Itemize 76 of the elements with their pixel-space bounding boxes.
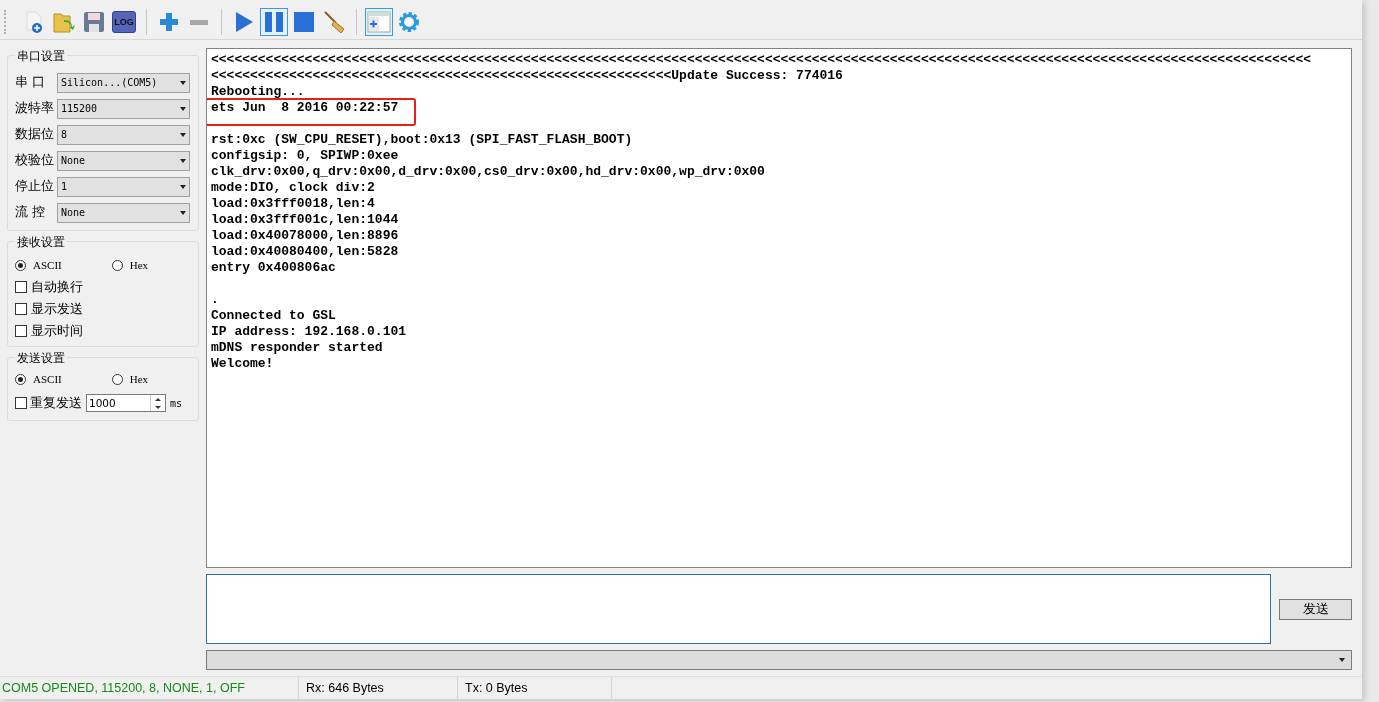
caret-icon — [180, 184, 186, 189]
log-line: Connected to GSL — [211, 308, 337, 324]
dropdown[interactable]: 8 — [57, 124, 190, 145]
log-line: configsip: 0, SPIWP:0xee — [211, 148, 400, 164]
log-line: Welcome! — [211, 356, 275, 372]
field-label: 校验位 — [15, 152, 53, 169]
dropdown[interactable]: 115200 — [57, 98, 190, 119]
log-line: mode:DIO, clock div:2 — [211, 180, 376, 196]
toolbar-button[interactable] — [365, 8, 393, 36]
status-text: COM5 OPENED, 115200, 8, NONE, 1, OFF — [0, 677, 299, 699]
caret-icon — [180, 80, 186, 85]
pause-icon — [263, 11, 285, 33]
checkbox-option[interactable]: 显示发送 — [15, 300, 190, 318]
log-line: IP address: 192.168.0.101 — [211, 324, 408, 340]
stop-icon — [293, 11, 315, 33]
status-text: Tx: 0 Bytes — [458, 677, 612, 699]
radio-option[interactable]: ASCII — [15, 373, 62, 385]
radio-button[interactable] — [15, 373, 26, 385]
log-line: load:0x40080400,len:5828 — [211, 244, 400, 260]
file-plus-icon — [23, 10, 45, 34]
field-label: 数据位 — [15, 126, 53, 143]
field-label: 串 口 — [15, 74, 46, 91]
radio-button[interactable] — [111, 373, 123, 385]
group-title: 串口设置 — [15, 48, 67, 65]
log-line: ets Jun 8 2016 00:22:57 — [211, 100, 399, 116]
checkbox-option[interactable]: 自动换行 — [15, 278, 190, 296]
field-label: 停止位 — [15, 178, 53, 195]
dropdown[interactable]: None — [57, 150, 190, 171]
log-line: load:0x3fff001c,len:1044 — [211, 212, 400, 228]
radio-option[interactable]: Hex — [111, 259, 149, 271]
field-label: 流 控 — [15, 204, 46, 221]
folder-arrow-icon — [52, 10, 76, 34]
toolbar-button[interactable] — [260, 8, 288, 36]
field-label: 波特率 — [15, 100, 53, 117]
caret-icon — [180, 132, 186, 137]
play-icon — [233, 10, 255, 34]
log-line: rst:0xc (SW_CPU_RESET),boot:0x13 (SPI_FAST_FLASH_BOOT) — [211, 132, 634, 148]
minus-icon — [190, 19, 208, 25]
settings-icon — [397, 10, 421, 34]
log-line: entry 0x400806ac — [211, 260, 337, 276]
log-line: . — [211, 292, 220, 308]
group-title: 接收设置 — [15, 234, 67, 251]
log-line: <<<<<<<<<<<<<<<<<<<<<<<<<<<<<<<<<<<<<<<<<<<<<<<<<<<<<<<<<<<<<<<<<<<<<<<<<<<<<<<<<<<<<<<<<<<<<<<<<<<<<<<<<<<<<<<<<<<<<<<<<<<<<<<<<<<<<<<<<<<<< — [211, 52, 1312, 68]
radio-button[interactable] — [15, 259, 26, 271]
caret-icon — [180, 158, 186, 163]
unit-label: ms — [170, 397, 183, 409]
caret-icon — [1339, 658, 1345, 662]
checkbox-option[interactable]: 重复发送 — [15, 394, 82, 412]
checkbox-option[interactable]: 显示时间 — [15, 322, 190, 340]
status-text: Rx: 646 Bytes — [299, 677, 458, 699]
dropdown[interactable]: 1 — [57, 176, 190, 197]
group-title: 发送设置 — [15, 350, 67, 367]
log-line: load:0x40078000,len:8896 — [211, 228, 400, 244]
window-plus-icon — [367, 11, 391, 33]
log-line: Rebooting... — [211, 84, 306, 100]
caret-icon — [180, 106, 186, 111]
checkbox[interactable] — [15, 397, 27, 409]
history-dropdown[interactable] — [206, 650, 1352, 670]
checkbox[interactable] — [15, 281, 27, 293]
checkbox[interactable] — [15, 303, 27, 315]
broom-icon — [322, 10, 346, 34]
radio-option[interactable]: Hex — [111, 373, 149, 385]
caret-icon — [180, 210, 186, 215]
radio-option[interactable]: ASCII — [15, 259, 62, 271]
send-button[interactable]: 发送 — [1279, 598, 1352, 620]
radio-button[interactable] — [111, 259, 123, 271]
send-input-field[interactable] — [206, 574, 1271, 644]
log-line: mDNS responder started — [211, 340, 384, 356]
interval-spinner[interactable]: 1000 — [86, 394, 166, 412]
log-line: clk_drv:0x00,q_drv:0x00,d_drv:0x00,cs0_drv:0x00,hd_drv:0x00,wp_drv:0x00 — [211, 164, 766, 180]
checkbox[interactable] — [15, 325, 27, 337]
log-line: load:0x3fff0018,len:4 — [211, 196, 376, 212]
log-line: <<<<<<<<<<<<<<<<<<<<<<<<<<<<<<<<<<<<<<<<<<<<<<<<<<<<<<<<<<<Update Success: 774016 — [211, 68, 844, 84]
dropdown[interactable]: None — [57, 202, 190, 223]
plus-icon — [158, 11, 180, 33]
dropdown[interactable]: Silicon...(COM5) — [57, 72, 190, 93]
